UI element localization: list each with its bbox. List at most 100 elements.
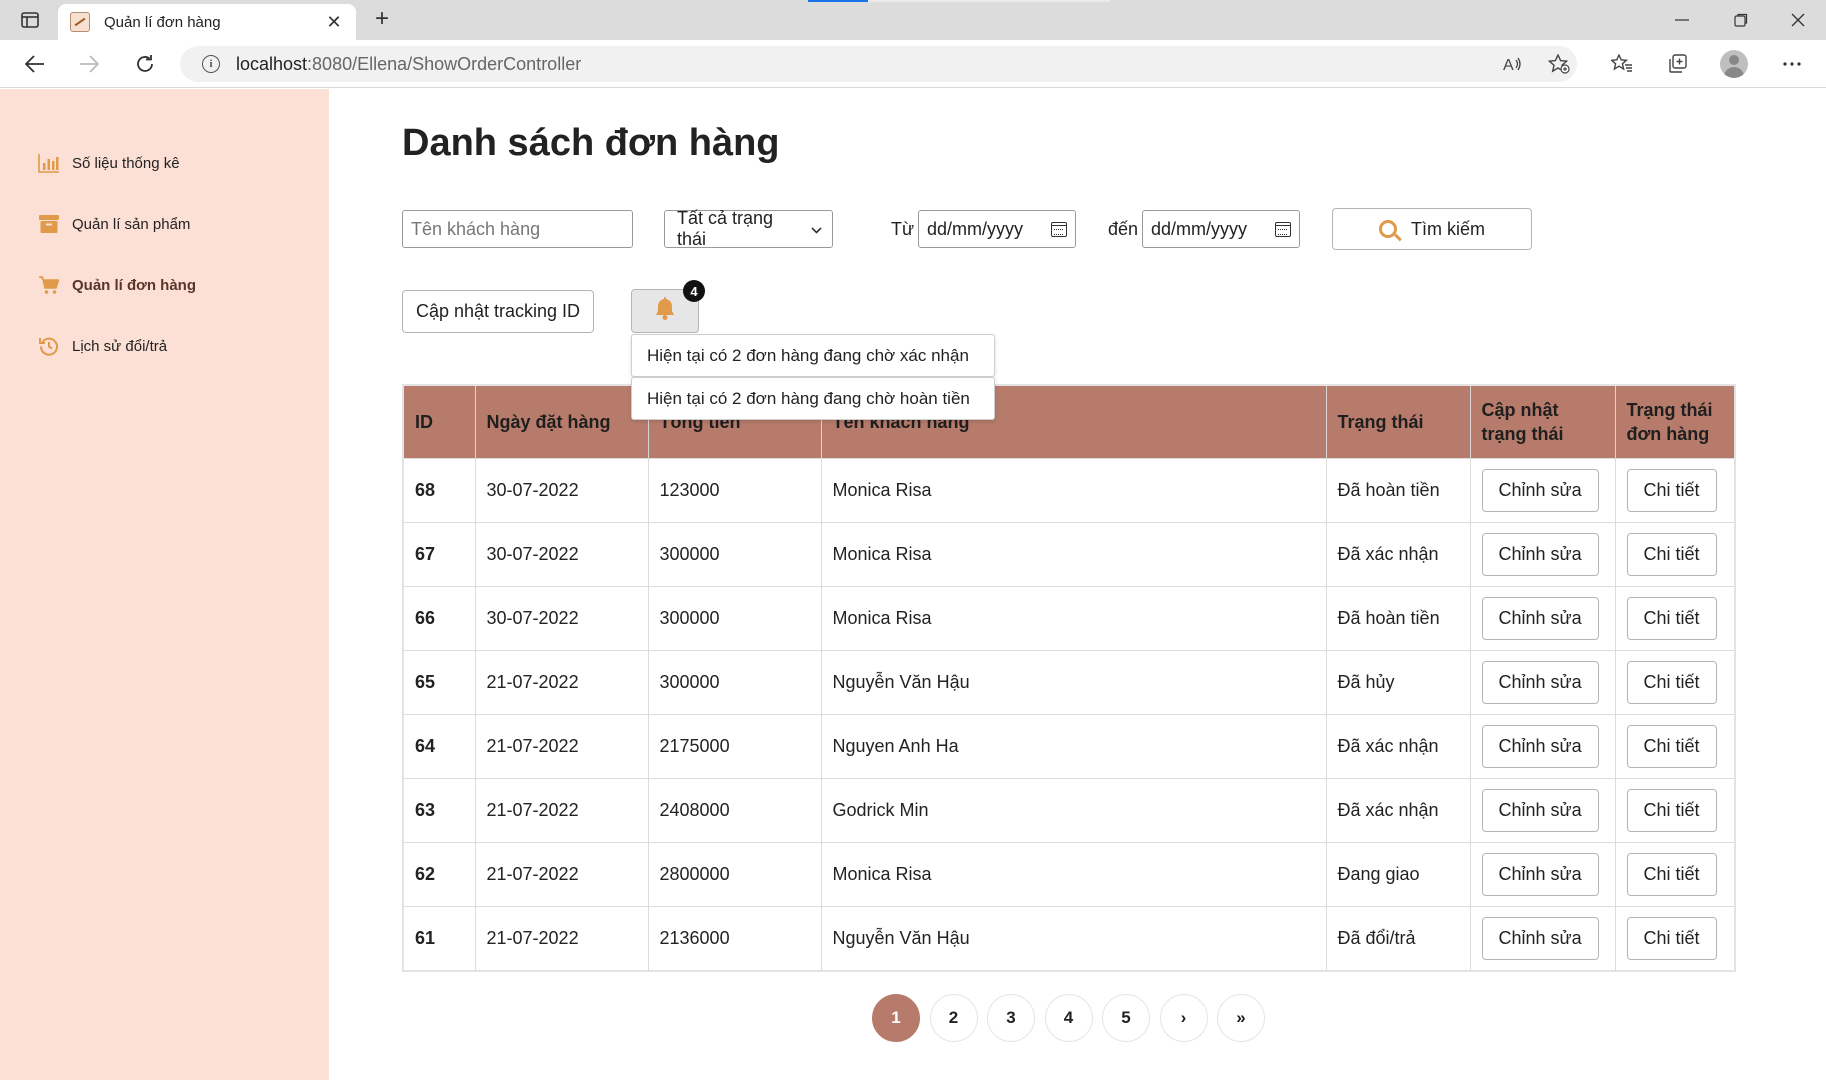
date-to-placeholder: dd/mm/yyyy [1151, 218, 1248, 239]
add-favorite-icon[interactable] [1544, 50, 1574, 78]
search-button[interactable]: Tìm kiếm [1332, 208, 1532, 250]
customer-name: Monica Risa [821, 457, 1327, 522]
close-window-icon[interactable] [1770, 0, 1826, 40]
order-id: 67 [404, 521, 476, 586]
detail-button[interactable]: Chi tiết [1626, 532, 1717, 576]
loading-indicator [808, 0, 868, 2]
page-button-4[interactable]: 4 [1044, 994, 1093, 1042]
edit-button[interactable]: Chỉnh sửa [1481, 788, 1599, 832]
table-row: 68 30-07-2022 123000 Monica Risa Đã hoàn… [404, 457, 1734, 522]
sidebar-item-products[interactable]: Quản lí sản phẩm [38, 209, 190, 239]
svg-text:A: A [1503, 57, 1514, 73]
edit-button[interactable]: Chỉnh sửa [1481, 724, 1599, 768]
order-status: Đã xác nhận [1326, 713, 1471, 778]
order-total: 300000 [648, 649, 822, 714]
date-from-input[interactable]: dd/mm/yyyy [918, 210, 1076, 248]
edit-button[interactable]: Chỉnh sửa [1481, 660, 1599, 704]
detail-cell: Chi tiết [1615, 585, 1734, 650]
sidebar-item-orders[interactable]: Quản lí đơn hàng [38, 270, 196, 300]
detail-button[interactable]: Chi tiết [1626, 596, 1717, 640]
browser-tab[interactable]: Quản lí đơn hàng ✕ [58, 4, 356, 40]
date-from-label: Từ [891, 219, 915, 239]
order-date: 30-07-2022 [475, 585, 649, 650]
collections-icon[interactable] [1663, 50, 1693, 78]
edit-button[interactable]: Chỉnh sửa [1481, 532, 1599, 576]
page-button-2[interactable]: 2 [929, 994, 978, 1042]
read-aloud-icon[interactable]: A [1498, 50, 1528, 78]
detail-cell: Chi tiết [1615, 649, 1734, 714]
table-row: 66 30-07-2022 300000 Monica Risa Đã hoàn… [404, 585, 1734, 650]
loading-track [868, 0, 1110, 2]
update-tracking-button[interactable]: Cập nhật tracking ID [402, 290, 594, 333]
detail-button[interactable]: Chi tiết [1626, 724, 1717, 768]
sidebar-item-history[interactable]: Lịch sử đổi/trả [38, 331, 167, 361]
edit-button[interactable]: Chỉnh sửa [1481, 852, 1599, 896]
sidebar-item-label: Quản lí đơn hàng [72, 276, 196, 294]
date-to-input[interactable]: dd/mm/yyyy [1142, 210, 1300, 248]
order-status: Đang giao [1326, 841, 1471, 906]
profile-avatar-icon[interactable] [1720, 50, 1748, 78]
detail-cell: Chi tiết [1615, 905, 1734, 970]
search-icon [1379, 220, 1397, 238]
edit-cell: Chỉnh sửa [1470, 777, 1616, 842]
customer-name: Nguyễn Văn Hậu [821, 905, 1327, 970]
table-header-row: ID Ngày đặt hàng Tổng tiền Tên khách hàn… [404, 386, 1734, 458]
favorites-icon[interactable] [1607, 50, 1637, 78]
url-path: :8080/Ellena/ShowOrderController [307, 53, 582, 74]
edit-cell: Chỉnh sửa [1470, 905, 1616, 970]
column-header: ID [404, 386, 476, 458]
forward-icon[interactable] [72, 48, 106, 80]
order-status: Đã hủy [1326, 649, 1471, 714]
customer-name-input[interactable]: Tên khách hàng [402, 210, 633, 248]
site-info-icon[interactable]: i [202, 55, 220, 73]
reload-icon[interactable] [128, 48, 162, 80]
customer-name: Monica Risa [821, 841, 1327, 906]
sidebar-item-statistics[interactable]: Số liệu thống kê [38, 148, 180, 178]
order-date: 21-07-2022 [475, 649, 649, 714]
next-page-button[interactable]: › [1159, 994, 1208, 1042]
detail-cell: Chi tiết [1615, 777, 1734, 842]
edit-cell: Chỉnh sửa [1470, 521, 1616, 586]
detail-button[interactable]: Chi tiết [1626, 852, 1717, 896]
notification-item[interactable]: Hiện tại có 2 đơn hàng đang chờ xác nhận [631, 334, 995, 377]
edit-button[interactable]: Chỉnh sửa [1481, 916, 1599, 960]
date-from-placeholder: dd/mm/yyyy [927, 218, 1024, 239]
minimize-icon[interactable] [1654, 0, 1710, 40]
detail-button[interactable]: Chi tiết [1626, 788, 1717, 832]
tab-title: Quản lí đơn hàng [104, 13, 221, 31]
order-id: 61 [404, 905, 476, 970]
edit-button[interactable]: Chỉnh sửa [1481, 596, 1599, 640]
page-button-5[interactable]: 5 [1102, 994, 1150, 1042]
restore-icon[interactable] [1713, 0, 1769, 40]
order-date: 21-07-2022 [475, 841, 649, 906]
notification-item[interactable]: Hiện tại có 2 đơn hàng đang chờ hoàn tiề… [631, 377, 995, 420]
table-row: 65 21-07-2022 300000 Nguyễn Văn Hậu Đã h… [404, 649, 1734, 714]
date-to-label: đến [1108, 219, 1139, 239]
detail-button[interactable]: Chi tiết [1626, 660, 1717, 704]
tab-actions-icon[interactable] [14, 8, 46, 32]
calendar-icon[interactable] [1051, 221, 1067, 237]
sidebar-item-label: Số liệu thống kê [72, 154, 180, 172]
last-page-button[interactable]: » [1217, 994, 1265, 1042]
page-button-3[interactable]: 3 [987, 994, 1035, 1042]
status-select[interactable]: Tất cả trạng thái [664, 208, 833, 249]
table-row: 67 30-07-2022 300000 Monica Risa Đã xác … [404, 521, 1734, 586]
close-tab-icon[interactable]: ✕ [324, 12, 344, 33]
page-button-1[interactable]: 1 [872, 994, 920, 1042]
url-field[interactable]: i localhost:8080/Ellena/ShowOrderControl… [180, 46, 1577, 82]
edit-button[interactable]: Chỉnh sửa [1481, 468, 1599, 512]
detail-button[interactable]: Chi tiết [1626, 916, 1717, 960]
calendar-icon[interactable] [1275, 221, 1291, 237]
back-icon[interactable] [18, 48, 52, 80]
browser-tab-bar: Quản lí đơn hàng ✕ + [0, 0, 1826, 40]
order-id: 64 [404, 713, 476, 778]
order-id: 65 [404, 649, 476, 714]
order-date: 30-07-2022 [475, 521, 649, 586]
detail-button[interactable]: Chi tiết [1626, 468, 1717, 512]
order-total: 300000 [648, 585, 822, 650]
more-options-icon[interactable] [1777, 50, 1807, 78]
pagination: 1 2 3 4 5 › » [872, 994, 1275, 1042]
detail-cell: Chi tiết [1615, 713, 1734, 778]
customer-name: Nguyễn Văn Hậu [821, 649, 1327, 714]
new-tab-icon[interactable]: + [368, 6, 396, 34]
